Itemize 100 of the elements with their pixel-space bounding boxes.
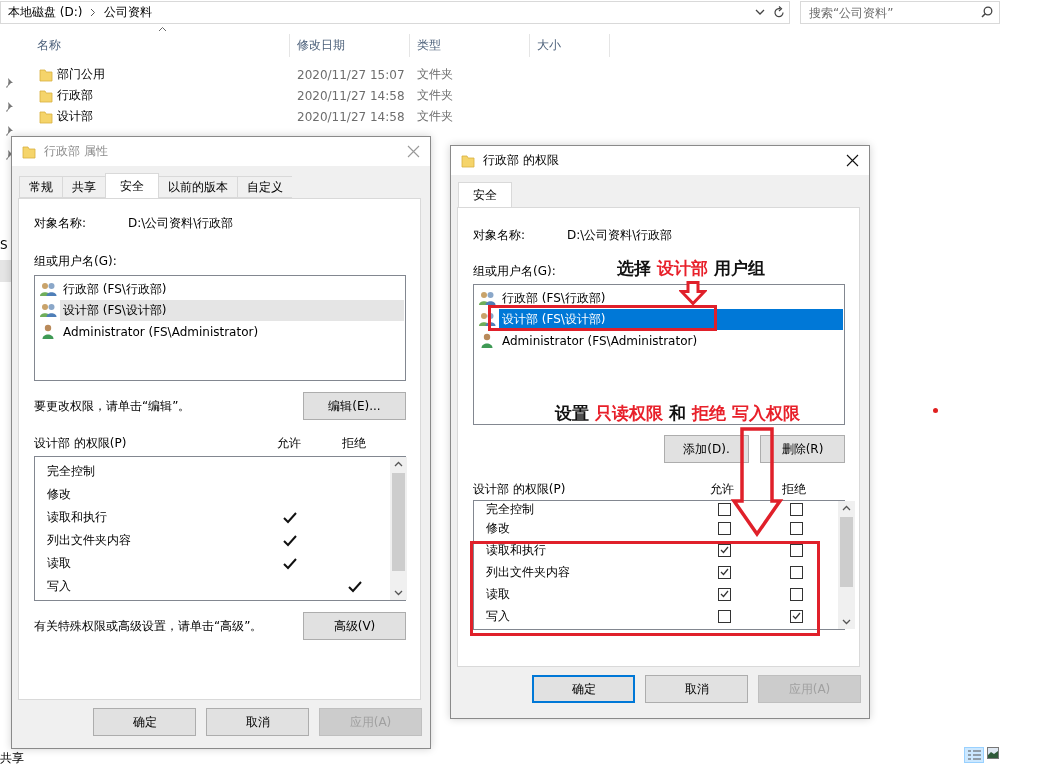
- chevron-icon: [90, 8, 97, 17]
- user-group-icon: [40, 282, 57, 297]
- user-list-item[interactable]: 设计部 (FS\设计部): [60, 300, 404, 321]
- users-listbox[interactable]: 行政部 (FS\行政部) 设计部 (FS\设计部) Administrator (FS\Administrator): [34, 275, 406, 381]
- column-header[interactable]: 名称: [30, 34, 290, 57]
- nav-item-highlight[interactable]: [0, 260, 12, 282]
- column-header: 拒绝: [781, 481, 807, 498]
- field-label: 组或用户名(G):: [34, 253, 117, 270]
- tab[interactable]: 自定义: [237, 176, 292, 198]
- field-label: 对象名称:: [34, 215, 88, 232]
- table-cell-text: 2020/11/27 14:58: [296, 109, 406, 124]
- file-name[interactable]: 行政部: [57, 87, 93, 104]
- file-name[interactable]: 部门公用: [57, 66, 105, 83]
- user-list-item[interactable]: Administrator (FS\Administrator): [499, 331, 843, 350]
- window-title: 行政部 的权限: [483, 152, 560, 169]
- status-text: 共享: [0, 750, 24, 767]
- table-cell-text: 2020/11/27 15:07: [296, 67, 406, 82]
- advanced-button[interactable]: 高级(V): [303, 612, 406, 640]
- permission-name: 完全控制: [485, 501, 535, 518]
- sort-icon: [158, 26, 167, 32]
- user-group-icon: [40, 303, 57, 318]
- tab[interactable]: 共享: [62, 176, 105, 198]
- checkbox[interactable]: [789, 587, 803, 601]
- object-path: D:\公司资料\行政部: [128, 215, 235, 232]
- permission-name: 修改: [485, 519, 511, 537]
- folder-icon: [39, 88, 53, 103]
- column-header: 拒绝: [341, 435, 367, 452]
- user-list-item[interactable]: 行政部 (FS\行政部): [60, 279, 404, 300]
- hint-text: 要更改权限，请单击“编辑”。: [34, 397, 191, 415]
- checkbox[interactable]: [789, 521, 803, 535]
- remove-button[interactable]: 删除(R): [760, 435, 845, 463]
- permission-name: 列出文件夹内容: [485, 563, 571, 581]
- column-header[interactable]: 大小: [530, 34, 610, 57]
- breadcrumb[interactable]: 本地磁盘 (D:): [8, 4, 83, 21]
- checkbox[interactable]: [717, 503, 731, 516]
- permission-name: 完全控制: [46, 463, 96, 480]
- permission-name: 读取: [485, 585, 511, 603]
- dialog-button[interactable]: 取消: [645, 675, 748, 703]
- user-group-icon: [479, 291, 496, 306]
- permission-name: 修改: [46, 486, 72, 503]
- folder-icon: [39, 67, 53, 82]
- permission-name: 读取: [46, 555, 72, 572]
- folder-icon: [22, 144, 36, 159]
- checkbox[interactable]: [717, 587, 731, 601]
- add-button[interactable]: 添加(D).: [664, 435, 749, 463]
- column-header[interactable]: 类型: [410, 34, 530, 57]
- tab[interactable]: 常规: [19, 176, 62, 198]
- folder-icon: [39, 109, 53, 124]
- thumbnail-view-icon[interactable]: [987, 747, 999, 759]
- permission-name: 写入: [46, 578, 72, 595]
- tab[interactable]: 安全: [458, 182, 512, 208]
- marker-dot: [933, 408, 938, 413]
- folder-icon: [461, 153, 475, 168]
- object-path: D:\公司资料\行政部: [567, 227, 674, 244]
- edit-button[interactable]: 编辑(E)...: [303, 392, 406, 420]
- permission-name: 列出文件夹内容: [46, 532, 132, 549]
- table-cell-text: 文件夹: [416, 87, 454, 104]
- window-title: 行政部 属性: [44, 143, 109, 160]
- permission-name: 读取和执行: [46, 509, 108, 526]
- file-name[interactable]: 设计部: [57, 108, 93, 125]
- field-label: 对象名称:: [473, 227, 527, 244]
- tab[interactable]: 以前的版本: [159, 176, 237, 198]
- search-field[interactable]: 搜索“公司资料”: [800, 1, 1000, 24]
- checkbox[interactable]: [789, 609, 803, 623]
- dialog-button[interactable]: 取消: [206, 708, 309, 736]
- checkbox[interactable]: [789, 503, 803, 516]
- checkbox[interactable]: [717, 565, 731, 579]
- hint-text: 有关特殊权限或高级设置，请单击“高级”。: [34, 617, 263, 635]
- scrollbar[interactable]: [838, 501, 855, 629]
- dialog-button[interactable]: 确定: [532, 675, 635, 703]
- tab[interactable]: 安全: [105, 173, 159, 199]
- checkbox[interactable]: [789, 565, 803, 579]
- user-list-item[interactable]: Administrator (FS\Administrator): [60, 322, 404, 341]
- nav-item[interactable]: S: [0, 238, 8, 252]
- checkbox[interactable]: [717, 521, 731, 535]
- user-list-item[interactable]: 行政部 (FS\行政部): [499, 288, 843, 309]
- permission-name: 写入: [485, 607, 511, 625]
- permission-name: 读取和执行: [485, 541, 547, 559]
- permissions-label: 设计部 的权限(P): [34, 435, 128, 452]
- table-cell-text: 文件夹: [416, 108, 454, 125]
- table-cell-text: 2020/11/27 14:58: [296, 88, 406, 103]
- table-cell-text: 文件夹: [416, 66, 454, 83]
- search-icon[interactable]: [981, 6, 993, 18]
- user-group-icon: [479, 312, 496, 327]
- refresh-icon[interactable]: [773, 6, 785, 19]
- dropdown-icon[interactable]: [755, 9, 765, 16]
- address-bar[interactable]: 本地磁盘 (D:) 公司资料: [0, 1, 790, 24]
- dialog-button[interactable]: 确定: [93, 708, 196, 736]
- user-list-item[interactable]: 设计部 (FS\设计部): [499, 309, 843, 330]
- annotation-text: 选择 设计部 用户组: [617, 257, 765, 280]
- breadcrumb[interactable]: 公司资料: [104, 4, 153, 21]
- column-header: 允许: [709, 481, 735, 498]
- annotation-text: 设置 只读权限 和 拒绝 写入权限: [555, 402, 800, 425]
- scrollbar[interactable]: [390, 457, 407, 600]
- close-icon[interactable]: [846, 154, 859, 167]
- checkbox[interactable]: [717, 609, 731, 623]
- column-header: 允许: [276, 435, 302, 452]
- permissions-label: 设计部 的权限(P): [473, 481, 567, 498]
- field-label: 组或用户名(G):: [473, 263, 556, 280]
- column-header[interactable]: 修改日期: [290, 34, 410, 57]
